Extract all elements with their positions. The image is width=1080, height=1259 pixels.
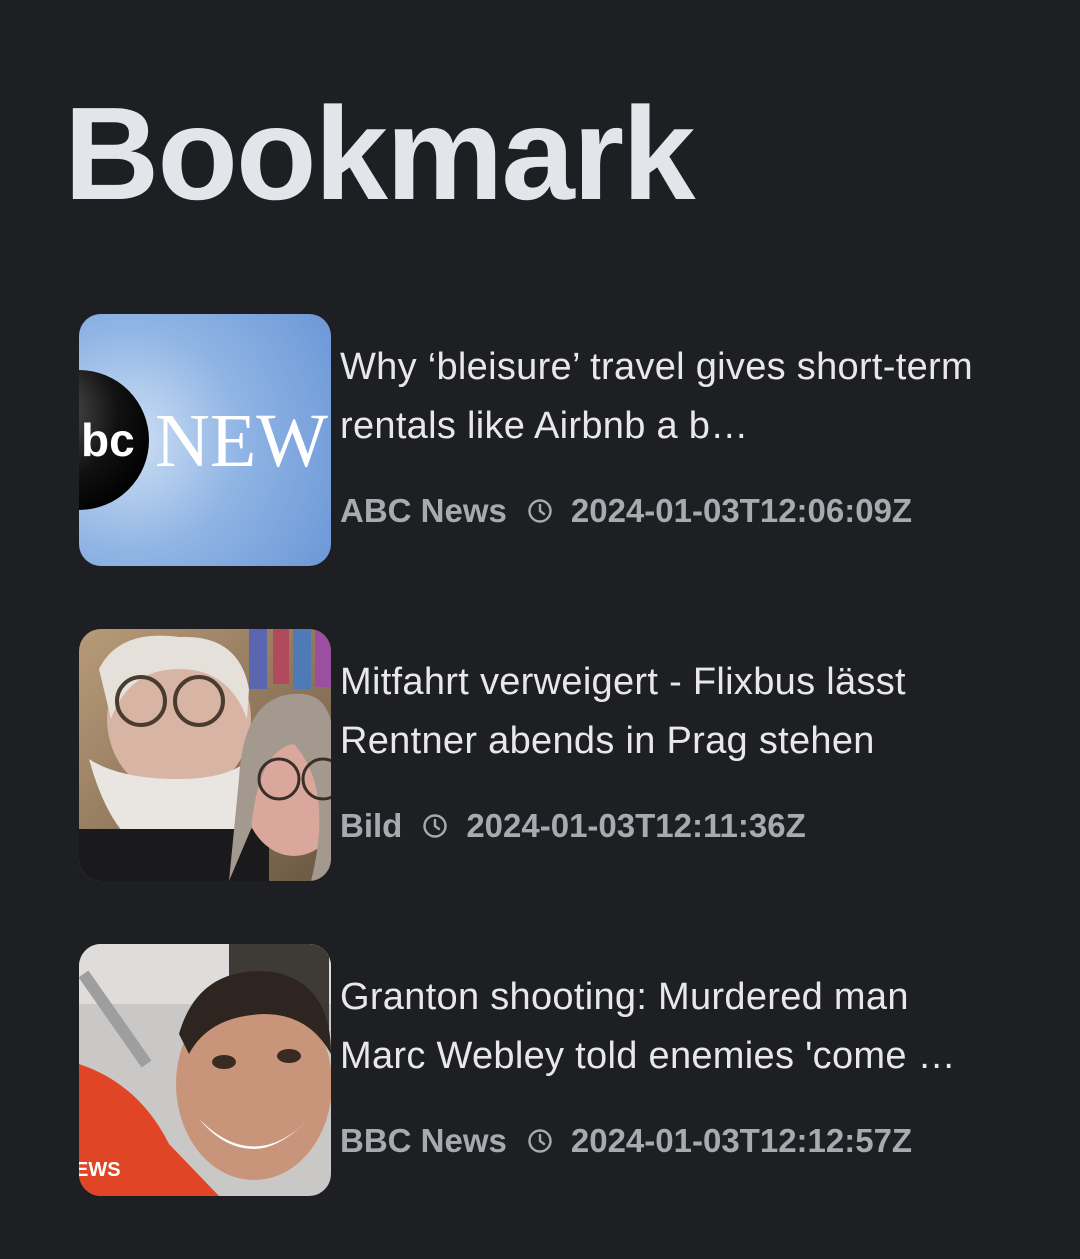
svg-text:bc: bc	[81, 414, 135, 466]
bookmark-item[interactable]: Mitfahrt verweigert - Flixbus lässt Rent…	[79, 629, 1039, 881]
clock-icon	[527, 1128, 553, 1154]
article-source: Bild	[340, 807, 403, 844]
article-timestamp: 2024-01-03T12:12:57Z	[570, 1122, 913, 1159]
article-headline[interactable]: Mitfahrt verweigert - Flixbus lässt Rent…	[340, 653, 1000, 771]
couple-selfie-photo-icon	[79, 629, 331, 881]
thumbnail-text: EWS	[79, 1159, 121, 1181]
bookmark-item[interactable]: bc NEW Why ‘bleisure’ travel gives short…	[79, 314, 1039, 566]
man-portrait-photo-icon: EWS	[79, 944, 331, 1196]
thumbnail-text: NEW	[155, 399, 328, 483]
article-thumbnail: EWS	[79, 944, 331, 1196]
clock-icon	[527, 498, 553, 524]
abc-news-logo-icon: bc NEW	[79, 314, 331, 566]
bookmark-list: bc NEW Why ‘bleisure’ travel gives short…	[79, 314, 1039, 1259]
bookmark-item[interactable]: EWS Granton shooting: Murdered man Marc …	[79, 944, 1039, 1196]
article-thumbnail: bc NEW	[79, 314, 331, 566]
article-headline[interactable]: Why ‘bleisure’ travel gives short-term r…	[340, 338, 1000, 456]
article-headline[interactable]: Granton shooting: Murdered man Marc Webl…	[340, 968, 1000, 1086]
clock-icon	[422, 813, 448, 839]
article-timestamp: 2024-01-03T12:11:36Z	[466, 807, 806, 844]
page-title: Bookmark	[64, 80, 696, 227]
article-source: BBC News	[340, 1122, 507, 1159]
article-source: ABC News	[340, 492, 507, 529]
article-timestamp: 2024-01-03T12:06:09Z	[570, 492, 913, 529]
article-thumbnail	[79, 629, 331, 881]
